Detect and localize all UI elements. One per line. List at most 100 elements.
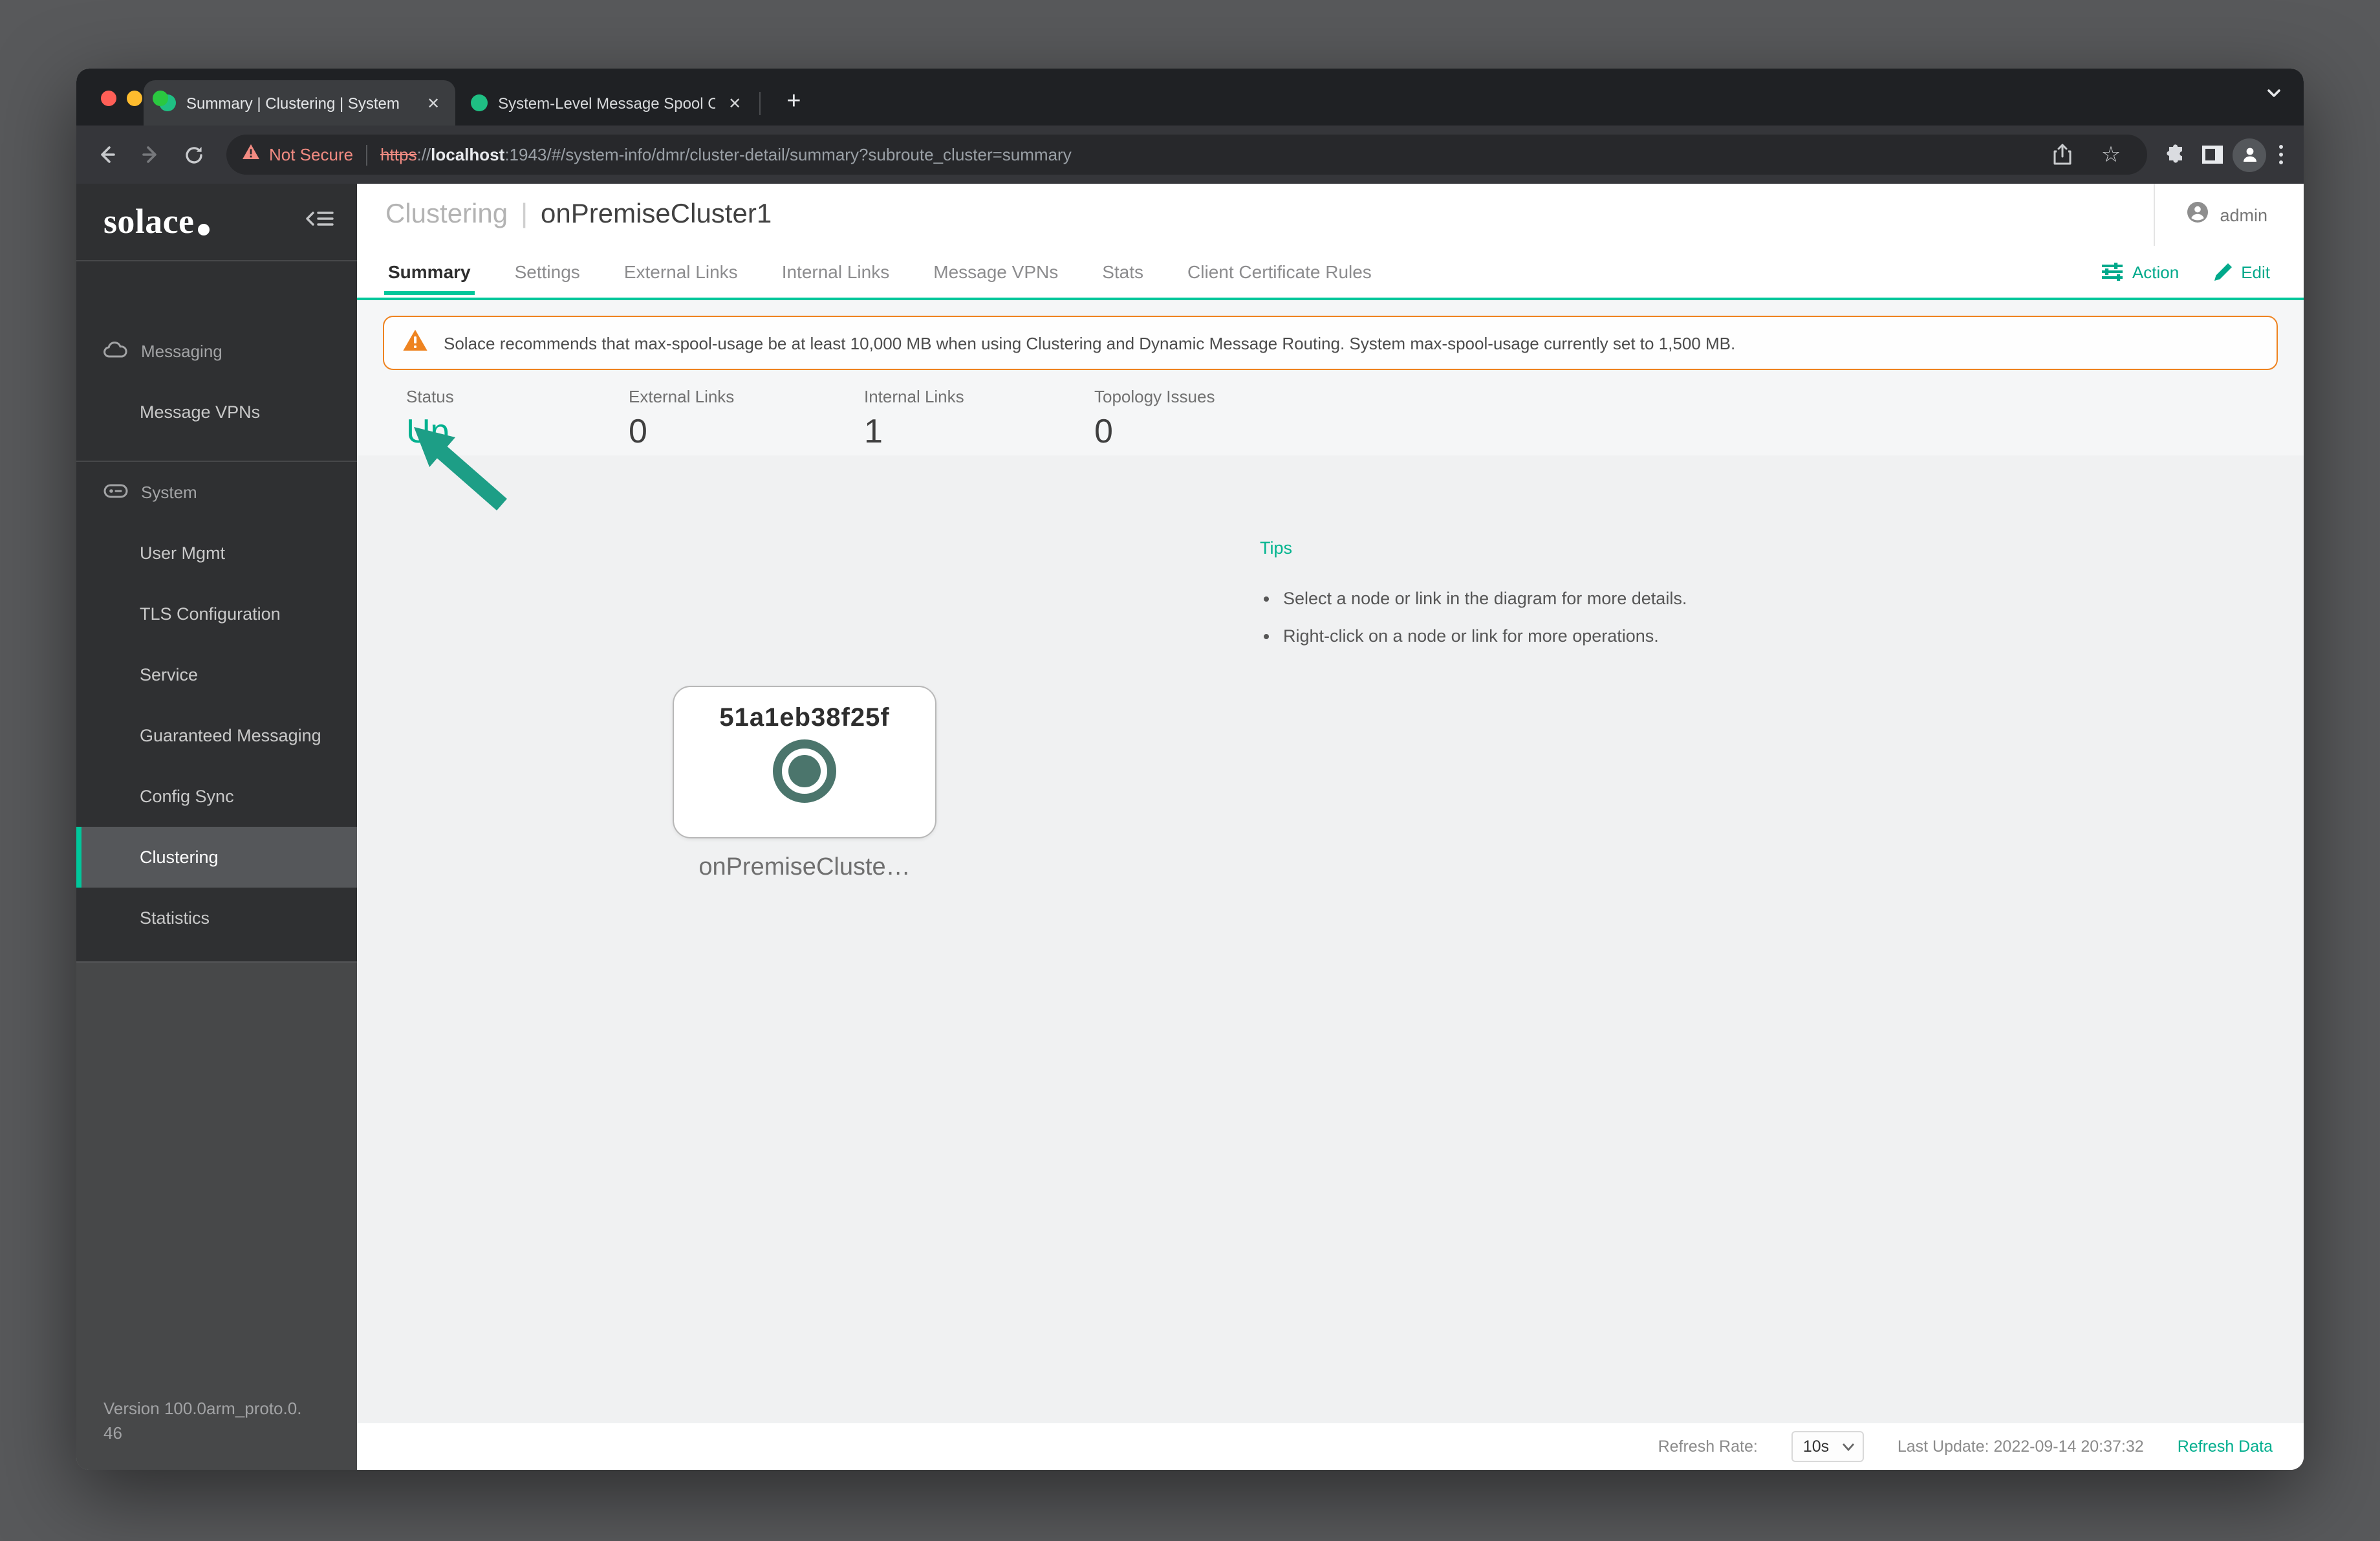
browser-toolbar: Not Secure https://localhost:1943/#/syst… [76,126,2304,184]
new-tab-button[interactable]: + [776,88,811,116]
stat-external-links: External Links 0 [629,387,864,452]
edit-label: Edit [2241,262,2270,281]
share-icon[interactable] [2046,139,2077,170]
address-bar[interactable]: Not Secure https://localhost:1943/#/syst… [226,135,2147,175]
maximize-window-button[interactable] [153,91,168,106]
minimize-window-button[interactable] [127,91,142,106]
urlbar-actions: ☆ [2036,139,2137,170]
cluster-node-box[interactable]: 51a1eb38f25f [673,686,936,838]
tab-stats[interactable]: Stats [1102,246,1143,298]
bookmark-star-icon[interactable]: ☆ [2095,139,2126,170]
action-button[interactable]: Action [2102,262,2180,281]
page-header: Clustering | onPremiseCluster1 admin [357,184,2304,246]
diagram-canvas[interactable]: Tips Select a node or link in the diagra… [357,455,2304,1423]
tips-list: Select a node or link in the diagram for… [1283,589,1687,646]
extensions-puzzle-icon[interactable] [2160,139,2191,170]
url-host: localhost [431,145,505,164]
sidebar-item-config-sync[interactable]: Config Sync [76,766,357,827]
tab-client-certificate-rules[interactable]: Client Certificate Rules [1187,246,1372,298]
tip-item: Right-click on a node or link for more o… [1283,626,1687,646]
refresh-rate-label: Refresh Rate: [1658,1437,1758,1456]
close-window-button[interactable] [101,91,116,106]
solace-logo-text: solace [103,202,195,241]
browser-tab-inactive[interactable]: System-Level Message Spool C ✕ [455,80,757,126]
user-menu[interactable]: admin [2154,184,2304,246]
sidebar-collapse-icon[interactable] [305,210,334,234]
breadcrumb: Clustering [385,199,508,229]
sidebar-footer: Version 100.0arm_proto.0.46 [76,961,357,1470]
tab-internal-links[interactable]: Internal Links [782,246,890,298]
side-panel-icon[interactable] [2196,139,2227,170]
sidebar-item-statistics[interactable]: Statistics [76,888,357,948]
page-title: onPremiseCluster1 [541,199,772,229]
stat-label: Status [406,387,454,406]
url-scheme: https [380,145,417,164]
tab-settings[interactable]: Settings [515,246,580,298]
stat-internal-links: Internal Links 1 [864,387,1094,452]
sidebar-item-message-vpns[interactable]: Message VPNs [76,382,357,443]
sidebar-section-system: System [76,462,357,523]
action-label: Action [2132,262,2180,281]
cloud-icon [103,340,128,362]
browser-tab-title: Summary | Clustering | System [186,94,400,112]
browser-tab-title: System-Level Message Spool C [498,94,716,112]
refresh-rate-value: 10s [1802,1437,1830,1456]
node-label: onPremiseCluste… [698,854,911,881]
sidebar-item-guaranteed-messaging[interactable]: Guaranteed Messaging [76,705,357,766]
url-text: https://localhost:1943/#/system-info/dmr… [380,145,2036,164]
reload-button[interactable] [175,135,213,174]
sidebar-item-user-mgmt[interactable]: User Mgmt [76,523,357,584]
tab-message-vpns[interactable]: Message VPNs [933,246,1058,298]
stat-topology-issues: Topology Issues 0 [1094,387,1215,452]
back-button[interactable] [87,135,125,174]
tab-summary[interactable]: Summary [384,246,475,298]
sidebar-section-label: System [141,483,197,502]
cluster-node[interactable]: 51a1eb38f25f onPremiseCluste… [673,686,936,882]
node-status-ring-icon [773,739,836,803]
browser-menu-kebab-icon[interactable] [2271,145,2291,164]
tab-close-icon[interactable]: ✕ [424,94,442,112]
pencil-icon [2214,263,2232,280]
browser-profile-avatar[interactable] [2233,138,2266,171]
user-avatar-icon [2186,200,2209,230]
breadcrumb-separator: | [521,199,528,229]
tip-item: Select a node or link in the diagram for… [1283,589,1687,608]
edit-button[interactable]: Edit [2212,262,2270,281]
tab-close-icon[interactable]: ✕ [726,94,744,112]
status-value: Up [406,411,449,450]
stat-value: 0 [1094,411,1113,450]
solace-favicon-icon [471,94,488,111]
not-secure-warning-icon [242,143,260,166]
warning-triangle-icon [402,328,428,358]
node-id: 51a1eb38f25f [719,704,890,732]
stat-label: Internal Links [864,387,964,406]
browser-tab-active[interactable]: Summary | Clustering | System ✕ [144,80,456,126]
tab-search-chevron-icon[interactable] [2265,84,2283,109]
tab-separator [759,92,761,115]
browser-window: Summary | Clustering | System ✕ System-L… [76,69,2304,1470]
sidebar-item-tls-configuration[interactable]: TLS Configuration [76,584,357,644]
page-tab-bar: Summary Settings External Links Internal… [357,246,2304,300]
solace-logo-dot [198,224,210,235]
sidebar-item-service[interactable]: Service [76,644,357,705]
forward-button[interactable] [131,135,169,174]
solace-app: solace Messaging Message VPNs System Use… [76,184,2304,1470]
main-content: Clustering | onPremiseCluster1 admin Sum… [357,184,2304,1470]
sidebar-item-clustering[interactable]: Clustering [76,827,357,888]
sidebar: solace Messaging Message VPNs System Use… [76,184,357,1470]
tab-actions: Action Edit [2102,262,2304,281]
url-separator: :// [416,145,431,164]
warning-text: Solace recommends that max-spool-usage b… [444,333,1736,353]
tab-external-links[interactable]: External Links [624,246,738,298]
refresh-data-link[interactable]: Refresh Data [2178,1437,2273,1456]
refresh-rate-select[interactable]: 10s [1791,1431,1864,1462]
chevron-down-icon [1842,1443,1854,1451]
last-update-label: Last Update: 2022-09-14 20:37:32 [1897,1437,2144,1456]
solace-logo: solace [103,202,210,242]
not-secure-label: Not Secure [269,145,354,164]
tips-panel: Tips Select a node or link in the diagra… [1260,538,1687,664]
sidebar-logo-row: solace [76,184,357,261]
stats-row: Status Up External Links 0 Internal Link… [383,387,2278,452]
stat-label: External Links [629,387,735,406]
url-path: :1943/#/system-info/dmr/cluster-detail/s… [504,145,1072,164]
